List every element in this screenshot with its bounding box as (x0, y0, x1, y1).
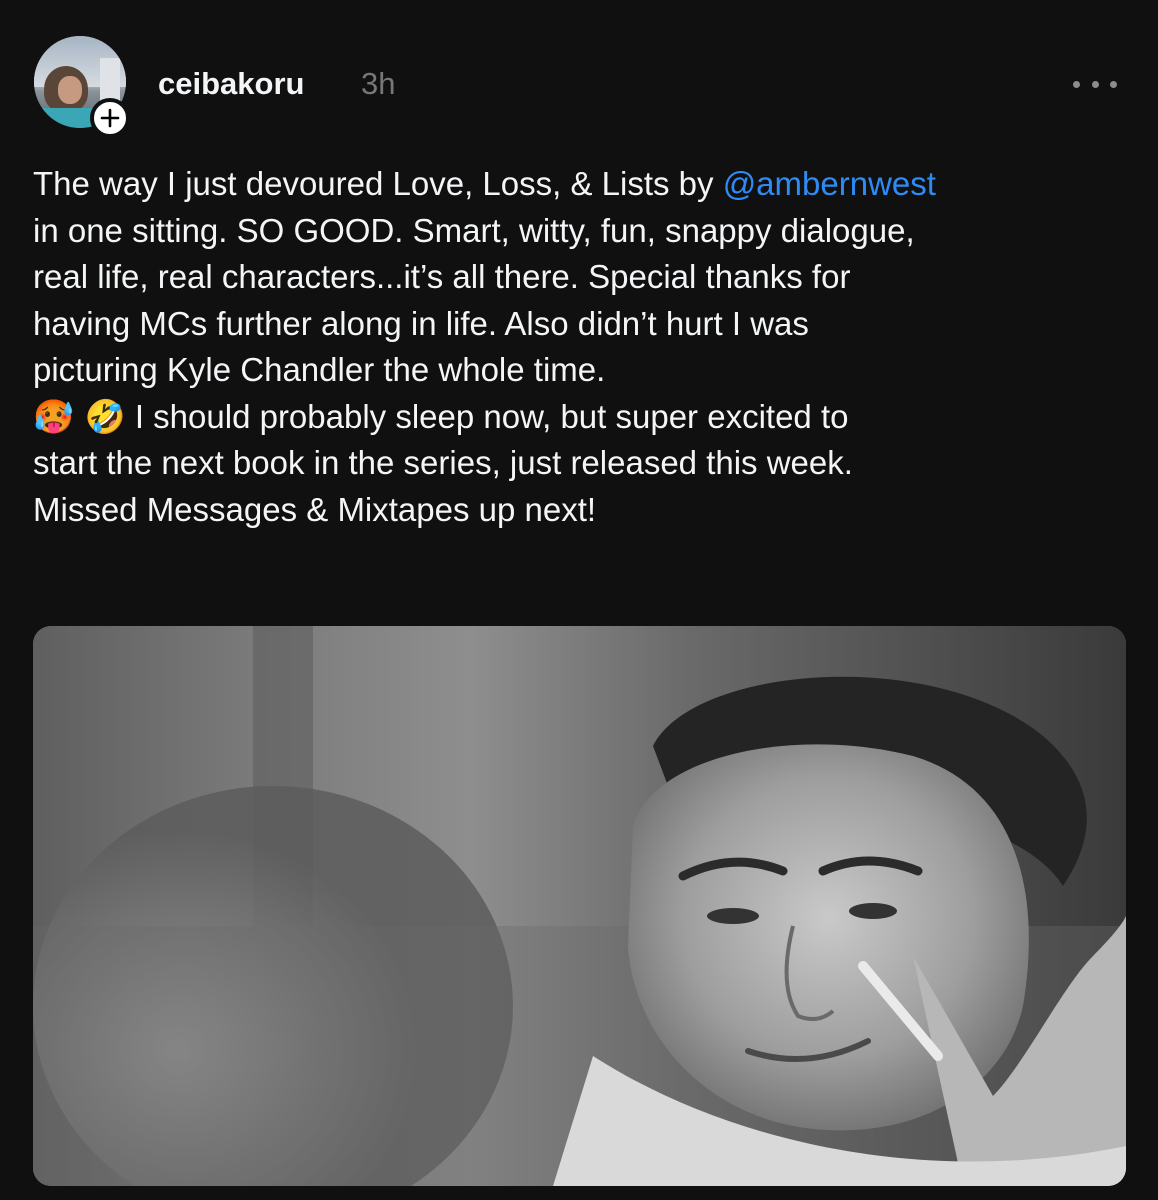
emoji-group: 🥵 🤣 (33, 396, 126, 436)
post-text-line: Missed Messages & Mixtapes up next! (33, 490, 597, 528)
post-text-line: The way I just devoured Love, Loss, & Li… (33, 161, 1133, 208)
post-text-line: in one sitting. SO GOOD. Smart, witty, f… (33, 211, 915, 249)
plus-icon (100, 108, 120, 128)
ellipsis-icon[interactable] (1073, 70, 1117, 98)
post-image[interactable] (33, 626, 1126, 1186)
avatar-container[interactable] (34, 36, 130, 138)
thread-post: ceibakoru 3h The way I just devoured Lov… (0, 0, 1158, 1200)
post-text-line: start the next book in the series, just … (33, 444, 853, 481)
username[interactable]: ceibakoru (158, 62, 304, 106)
post-text-line: real life, real characters...it’s all th… (33, 258, 851, 295)
post-text-segment: The way I just devoured Love, Loss, & Li… (33, 165, 723, 202)
follow-button[interactable] (90, 98, 130, 138)
timestamp: 3h (361, 66, 396, 101)
post-text: The way I just devoured Love, Loss, & Li… (33, 161, 1133, 533)
post-text-line: 🥵 🤣 I should probably sleep now, but sup… (33, 394, 1133, 441)
portrait-photo (33, 626, 1126, 1186)
post-text-line: having MCs further along in life. Also d… (33, 304, 809, 342)
post-text-line: picturing Kyle Chandler the whole time. (33, 351, 606, 388)
mention-link[interactable]: @ambernwest (723, 165, 936, 202)
post-text-segment: I should probably sleep now, but super e… (125, 397, 849, 435)
